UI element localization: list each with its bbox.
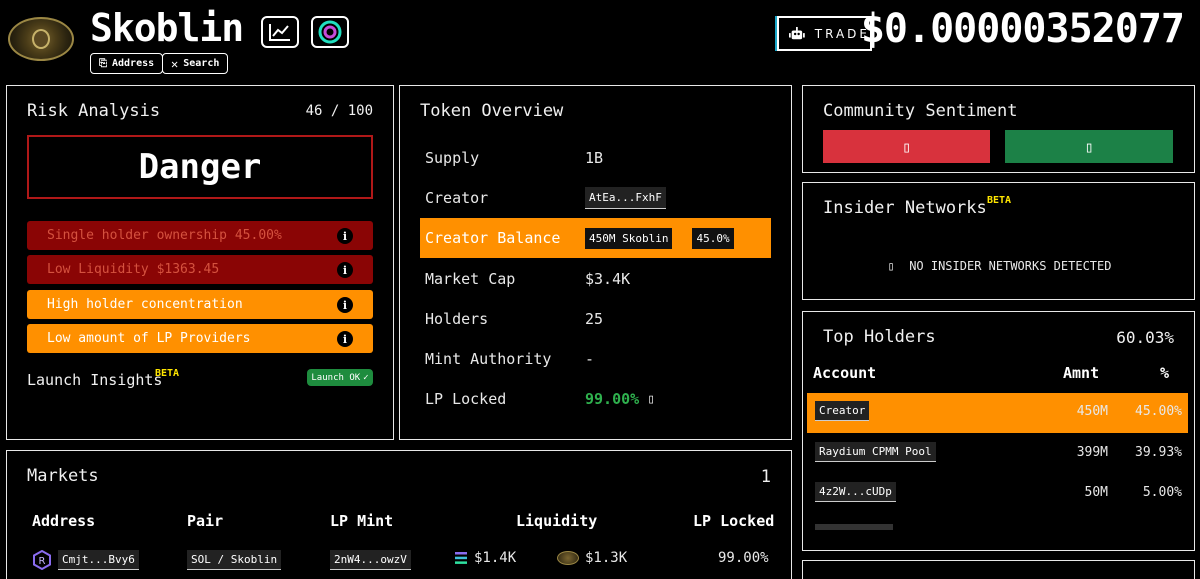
beta-badge: BETA (987, 195, 1012, 206)
token-overview-title: Token Overview (420, 101, 564, 121)
market-address-cell: R Cmjt...Bvy6 (32, 550, 139, 570)
token-name: Skoblin (90, 6, 244, 50)
info-icon[interactable]: i (337, 297, 353, 313)
holder-account-link[interactable]: Creator (815, 401, 870, 421)
liquidity-token-cell: $1.3K (557, 550, 627, 566)
insider-empty-state: ▯ NO INSIDER NETWORKS DETECTED (887, 259, 1112, 273)
robot-icon (789, 26, 805, 39)
overview-row-creator-balance: Creator Balance 450M Skoblin 45.0% (420, 218, 771, 258)
token-logo (8, 17, 74, 61)
col-lp-mint: LP Mint (330, 512, 394, 530)
col-amount: Amnt (1063, 364, 1100, 382)
risk-score: 46 / 100 (305, 103, 373, 119)
chart-button[interactable] (261, 16, 299, 48)
community-sentiment-panel: Community Sentiment ▯ ▯ (802, 85, 1195, 173)
risk-item[interactable]: Low Liquidity $1363.45 i (27, 255, 373, 284)
liquidity-sol-cell: $1.4K (454, 550, 516, 566)
top-holders-panel: Top Holders 60.03% Account Amnt % Creato… (802, 311, 1195, 551)
holder-account-link[interactable]: 4z2W...cUDp (815, 482, 896, 502)
overview-row-lp-locked: LP Locked 99.00% ▯ (425, 390, 656, 408)
holder-account-link[interactable]: Raydium CPMM Pool (815, 442, 936, 462)
info-icon[interactable]: i (337, 331, 353, 347)
token-header: Skoblin ⎘ Address ✕ Search TRADE $0.0000… (0, 0, 1200, 80)
thumbs-down-button[interactable]: ▯ (823, 130, 990, 163)
overview-row-supply: Supply 1B (425, 149, 604, 167)
creator-balance-pct: 45.0% (692, 227, 734, 249)
trade-button[interactable]: TRADE (777, 16, 872, 51)
insider-networks-panel: Insider Networks BETA ▯ NO INSIDER NETWO… (802, 182, 1195, 300)
next-panel (802, 560, 1195, 579)
risk-analysis-title: Risk Analysis (27, 101, 161, 121)
col-pct: % (1160, 364, 1170, 382)
info-icon[interactable]: i (337, 228, 353, 244)
svg-text:R: R (39, 556, 46, 567)
creator-balance-amount: 450M Skoblin (585, 227, 673, 249)
col-lp-locked: LP Locked (693, 512, 775, 530)
launch-ok-badge[interactable]: Launch OK ✓ (307, 369, 373, 386)
holder-row-partial (815, 524, 893, 530)
holder-row[interactable]: 4z2W...cUDp 50M 5.00% (807, 474, 1188, 514)
creator-address-link[interactable]: AtEa...FxhF (585, 187, 666, 209)
col-pair: Pair (187, 512, 224, 530)
token-price: $0.00000352077 (860, 6, 1185, 52)
col-address: Address (32, 512, 96, 530)
copy-address-button[interactable]: ⎘ Address (90, 53, 164, 74)
risk-item[interactable]: Low amount of LP Providers i (27, 324, 373, 353)
market-pair-link[interactable]: SOL / Skoblin (187, 550, 282, 570)
market-address-link[interactable]: Cmjt...Bvy6 (58, 550, 139, 570)
community-sentiment-title: Community Sentiment (823, 101, 1018, 121)
lock-icon: ▯ (647, 391, 656, 407)
holder-row[interactable]: Raydium CPMM Pool 399M 39.93% (807, 434, 1188, 474)
risk-analysis-panel: Risk Analysis 46 / 100 Danger Single hol… (6, 85, 394, 440)
overview-row-holders: Holders 25 (425, 310, 604, 328)
top-holders-title: Top Holders (823, 327, 936, 347)
raydium-icon: R (33, 550, 51, 570)
insider-networks-title: Insider Networks (823, 198, 987, 218)
thumbs-up-icon: ▯ (1084, 137, 1094, 156)
markets-count: 1 (760, 467, 771, 487)
lp-mint-link[interactable]: 2nW4...owzV (330, 550, 411, 570)
x-search-button[interactable]: ✕ Search (162, 53, 229, 74)
launch-insights-label: Launch Insights (27, 371, 163, 389)
col-account: Account (813, 364, 877, 382)
col-liquidity: Liquidity (516, 512, 598, 530)
checkmark-icon: ✓ (363, 372, 369, 383)
markets-panel: Markets 1 Address Pair LP Mint Liquidity… (6, 450, 792, 579)
network-icon: ▯ (887, 259, 895, 273)
market-pair-cell: SOL / Skoblin (187, 550, 282, 570)
overview-row-creator: Creator AtEa...FxhF (420, 178, 771, 218)
solana-icon (455, 552, 467, 564)
thumbs-down-icon: ▯ (901, 137, 912, 156)
thumbs-up-button[interactable]: ▯ (1005, 130, 1173, 163)
app-logo-icon (318, 20, 342, 44)
overview-row-market-cap: Market Cap $3.4K (425, 270, 631, 288)
market-lp-locked-cell: 99.00% (718, 550, 769, 566)
token-overview-panel: Token Overview Supply 1B Creator AtEa...… (399, 85, 792, 440)
external-app-button[interactable] (311, 16, 349, 48)
token-logo-icon (557, 551, 579, 565)
holder-row[interactable]: Creator 450M 45.00% (807, 393, 1188, 433)
market-lp-mint-cell: 2nW4...owzV (330, 550, 411, 570)
info-icon[interactable]: i (337, 262, 353, 278)
x-logo-icon: ✕ (171, 56, 179, 71)
top-holders-total: 60.03% (1116, 328, 1174, 347)
risk-level-badge: Danger (27, 135, 373, 199)
risk-item[interactable]: High holder concentration i (27, 290, 373, 319)
copy-icon: ⎘ (99, 58, 107, 69)
risk-item[interactable]: Single holder ownership 45.00% i (27, 221, 373, 250)
markets-title: Markets (27, 466, 99, 486)
beta-badge: BETA (155, 368, 180, 379)
chart-icon (269, 24, 290, 41)
overview-row-mint-authority: Mint Authority - (425, 350, 595, 368)
